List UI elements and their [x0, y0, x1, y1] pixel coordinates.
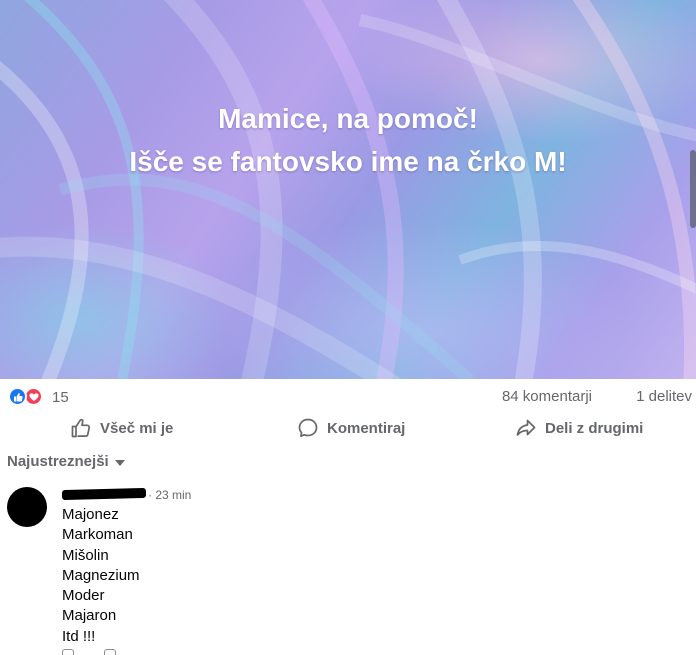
post-page: Mamice, na pomoč! Išče se fantovsko ime … [0, 0, 696, 655]
comment-button[interactable]: Komentiraj [297, 413, 405, 443]
comment-timestamp[interactable]: · 23 min [148, 488, 191, 502]
like-icon [8, 387, 27, 406]
reaction-count[interactable]: 15 [52, 389, 69, 406]
comment-footer-icons [62, 649, 132, 655]
comment-line: Majaron [62, 607, 117, 625]
comment-line: Markoman [62, 526, 133, 544]
post-background-banner: Mamice, na pomoč! Išče se fantovsko ime … [0, 0, 696, 379]
comment-bubble-icon[interactable] [104, 649, 116, 655]
redaction-mark [61, 487, 147, 501]
thumbs-up-icon [71, 418, 91, 438]
like-button[interactable]: Všeč mi je [70, 413, 173, 443]
comment-line: Mišolin [62, 546, 109, 564]
comment-author-redacted[interactable] [61, 487, 147, 501]
post-text: Mamice, na pomoč! Išče se fantovsko ime … [0, 97, 696, 183]
share-button[interactable]: Deli z drugimi [515, 413, 643, 443]
chevron-down-icon [114, 460, 125, 466]
share-button-label: Deli z drugimi [545, 419, 644, 437]
comments-count-link[interactable]: 84 komentarji [502, 388, 592, 405]
comment-body: Majonez Markoman Mišolin Magnezium Moder… [62, 505, 140, 647]
comment-line: Magnezium [62, 566, 140, 584]
post-text-line-1: Mamice, na pomoč! [218, 103, 478, 134]
comment-line: Moder [62, 587, 105, 605]
holographic-pattern [0, 0, 696, 379]
reaction-summary: 15 84 komentarji 1 delitev [0, 379, 696, 415]
avatar[interactable] [7, 487, 47, 527]
thumbs-up-icon[interactable] [62, 649, 74, 655]
post-text-line-2: Išče se fantovsko ime na črko M! [129, 146, 567, 177]
sort-label: Najustreznejši [7, 453, 109, 470]
reaction-icons[interactable] [8, 387, 48, 406]
shares-count-link[interactable]: 1 delitev [636, 388, 692, 405]
post-actions: Všeč mi je Komentiraj Deli z drugimi [0, 413, 696, 445]
comment-sort-dropdown[interactable]: Najustreznejši [7, 453, 125, 470]
scrollbar-thumb[interactable] [690, 150, 696, 228]
share-arrow-icon [516, 419, 536, 436]
comment-bubble-icon [298, 418, 318, 438]
like-button-label: Všeč mi je [100, 419, 174, 437]
comment-line: Majonez [62, 506, 119, 523]
comment-button-label: Komentiraj [327, 419, 406, 437]
comment-line: Itd !!! [62, 627, 96, 645]
